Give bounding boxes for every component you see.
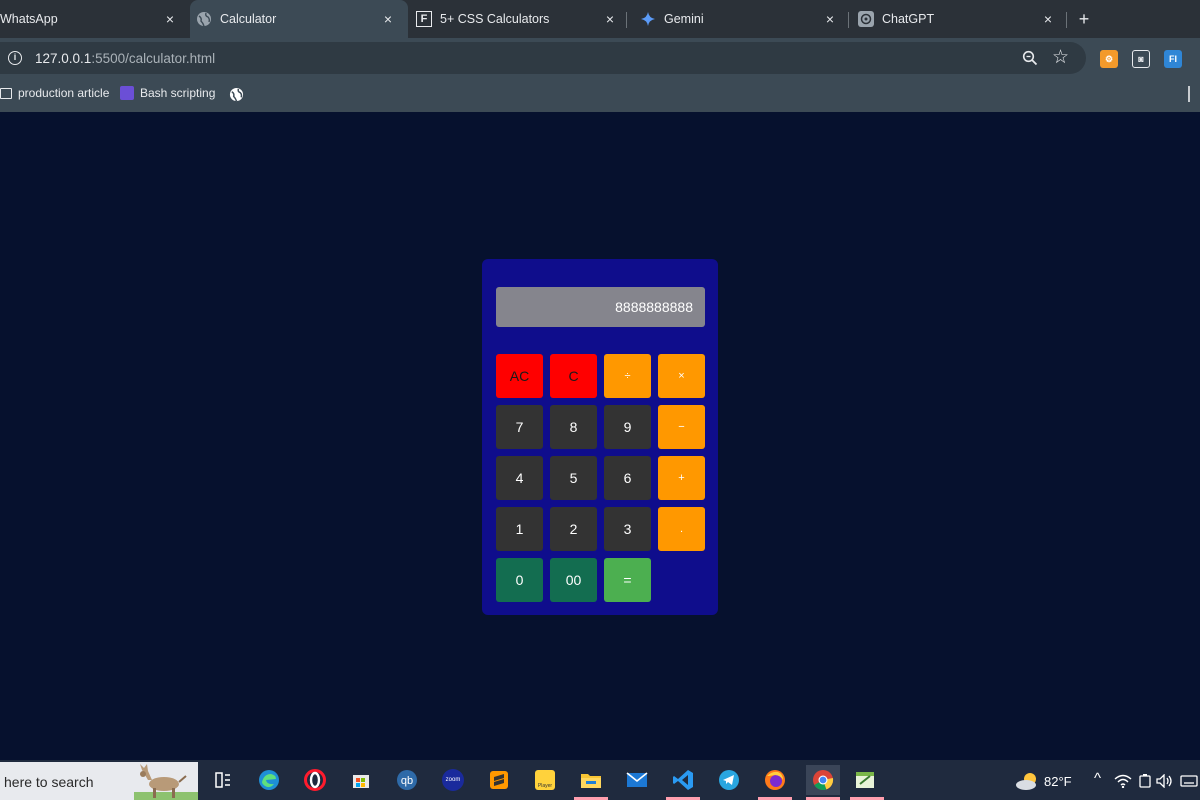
key-c-button[interactable]: C (550, 354, 597, 398)
url-host: 127.0.0.1 (35, 51, 92, 66)
zoom-label: zoom (442, 769, 464, 791)
address-url[interactable]: 127.0.0.1:5500/calculator.html (35, 51, 215, 66)
site-info-icon[interactable]: i (8, 51, 22, 65)
tab-close-icon[interactable]: × (602, 11, 618, 27)
tab-close-icon[interactable]: × (162, 11, 178, 27)
tab-close-icon[interactable]: × (380, 11, 396, 27)
chevron-up-icon[interactable]: ^ (1094, 770, 1101, 787)
opera-icon[interactable] (304, 769, 326, 791)
bookmarks-bar: production article Bash scripting (0, 78, 1200, 112)
key-divide-button[interactable]: ÷ (604, 354, 651, 398)
battery-icon[interactable] (1138, 774, 1152, 788)
globe-icon (196, 11, 212, 27)
wifi-icon[interactable] (1114, 774, 1132, 788)
keyboard-icon[interactable] (1180, 775, 1198, 787)
calculator: 8888888888 AC C ÷ × 7 8 9−4 5 6 +1 2 3. 0 00 = (482, 259, 718, 615)
tab-title: ChatGPT (882, 12, 935, 26)
firefox-icon[interactable] (764, 769, 786, 791)
tab-separator (848, 12, 849, 28)
key-8-button[interactable]: 8 (550, 405, 597, 449)
orange-extension-icon[interactable]: ⚙ (1100, 50, 1118, 68)
key-00-button[interactable]: 00 (550, 558, 597, 602)
bookmark-label: production article (18, 86, 110, 100)
tab-separator (626, 12, 627, 28)
microsoft-store-icon[interactable] (350, 769, 372, 791)
tab-close-icon[interactable]: × (822, 11, 838, 27)
bookmark-star-icon[interactable]: ☆ (1052, 46, 1069, 69)
tab-whatsapp[interactable]: WhatsApp × (0, 0, 190, 38)
globe-icon (229, 87, 244, 102)
address-bar[interactable]: i 127.0.0.1:5500/calculator.html ☆ (0, 42, 1086, 74)
bookmark-globe[interactable] (229, 87, 244, 102)
new-tab-button[interactable]: + (1074, 9, 1094, 29)
tab-title: WhatsApp (0, 12, 58, 26)
gemini-sparkle-icon (640, 11, 656, 27)
taskbar-search-box[interactable]: here to search (0, 762, 198, 800)
bookmark-label: Bash scripting (140, 86, 216, 100)
tab-title: 5+ CSS Calculators (440, 12, 550, 26)
key-3-button[interactable]: 3 (604, 507, 651, 551)
tab-separator (1066, 12, 1067, 28)
key-ac-button[interactable]: AC (496, 354, 543, 398)
key-7-button[interactable]: 7 (496, 405, 543, 449)
mail-icon[interactable] (626, 769, 648, 791)
bookmark-app-icon (120, 86, 134, 100)
url-path: :5500/calculator.html (91, 51, 216, 66)
task-view-icon[interactable] (212, 769, 234, 791)
key-1-button[interactable]: 1 (496, 507, 543, 551)
fi-extension-icon[interactable]: FI (1164, 50, 1182, 68)
telegram-icon[interactable] (718, 769, 740, 791)
qb-icon[interactable]: qb (396, 769, 418, 791)
folder-icon (0, 87, 12, 99)
tab-chatgpt[interactable]: ChatGPT × (856, 0, 1066, 38)
key-0-button[interactable]: 0 (496, 558, 543, 602)
file-explorer-icon[interactable] (580, 769, 602, 791)
speaker-icon[interactable] (1156, 774, 1174, 788)
tab-css-calculators[interactable]: F 5+ CSS Calculators × (410, 0, 630, 38)
zoom-magnifier-icon[interactable] (1022, 50, 1038, 71)
bookmarks-divider (1188, 86, 1190, 102)
extension-label: ⚙ (1104, 53, 1114, 64)
browser-toolbar: i 127.0.0.1:5500/calculator.html ☆ (0, 38, 1200, 78)
tab-title: Calculator (220, 12, 277, 26)
tab-gemini[interactable]: Gemini × (636, 0, 850, 38)
key-multiply-button[interactable]: × (658, 354, 705, 398)
key-4-button[interactable]: 4 (496, 456, 543, 500)
bookmark-bash-scripting[interactable]: Bash scripting (120, 86, 215, 100)
key-5-button[interactable]: 5 (550, 456, 597, 500)
vscode-icon[interactable] (672, 769, 694, 791)
chrome-icon[interactable] (806, 765, 840, 795)
tab-close-icon[interactable]: × (1040, 11, 1056, 27)
zoom-icon[interactable]: zoom (442, 769, 464, 791)
tab-title: Gemini (664, 12, 704, 26)
tab-calculator[interactable]: Calculator × (190, 0, 408, 38)
donkey-search-highlight-icon (134, 764, 198, 800)
key-minus-button[interactable]: − (658, 405, 705, 449)
edge-icon[interactable] (258, 769, 280, 791)
key-plus-button[interactable]: + (658, 456, 705, 500)
key-equals-button[interactable]: = (604, 558, 651, 602)
key-6-button[interactable]: 6 (604, 456, 651, 500)
key-2-button[interactable]: 2 (550, 507, 597, 551)
weather-temperature[interactable]: 82°F (1044, 774, 1072, 789)
potplayer-label: Player (537, 783, 553, 789)
bookmark-production-article[interactable]: production article (0, 86, 109, 100)
key-9-button[interactable]: 9 (604, 405, 651, 449)
browser-tab-strip: WhatsApp × Calculator × F 5+ CSS Calcula… (0, 0, 1200, 38)
chatgpt-icon (858, 11, 874, 27)
key-decimal-button[interactable]: . (658, 507, 705, 551)
calculator-display: 8888888888 (496, 287, 705, 327)
site-f-icon: F (416, 11, 432, 27)
potplayer-icon[interactable]: Player (534, 769, 556, 791)
screenshot-extension-icon[interactable]: ◙ (1132, 50, 1150, 68)
extension-label: FI (1169, 54, 1177, 64)
notepad-icon[interactable] (854, 769, 876, 791)
taskbar-search-placeholder: here to search (4, 774, 94, 790)
extension-label: ◙ (1138, 54, 1144, 64)
svg-text:qb: qb (401, 775, 413, 787)
partly-cloudy-icon[interactable] (1014, 771, 1040, 791)
sublime-text-icon[interactable] (488, 769, 510, 791)
